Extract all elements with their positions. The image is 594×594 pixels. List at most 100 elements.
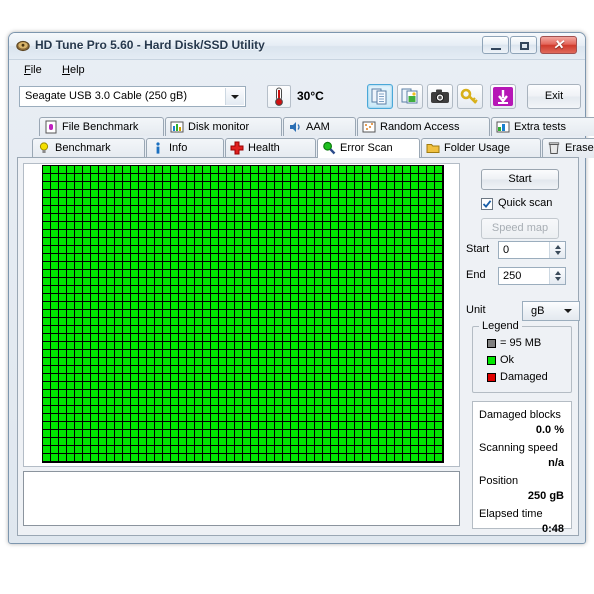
close-icon: ✕ <box>553 37 564 52</box>
chevron-down-icon[interactable] <box>561 302 575 320</box>
scan-block <box>211 270 218 277</box>
menu-help[interactable]: Help <box>57 63 90 77</box>
scan-block <box>347 262 354 269</box>
scan-block <box>243 246 250 253</box>
scan-block <box>259 382 266 389</box>
scan-block <box>411 438 418 445</box>
scan-block <box>387 214 394 221</box>
scan-block <box>299 286 306 293</box>
chevron-down-icon[interactable] <box>225 88 244 105</box>
scan-block <box>379 238 386 245</box>
tab-aam[interactable]: AAM <box>283 117 356 136</box>
copy-image-icon[interactable] <box>397 84 423 109</box>
scan-block <box>59 326 66 333</box>
scan-block <box>219 294 226 301</box>
scan-block <box>387 390 394 397</box>
scan-block <box>115 278 122 285</box>
maximize-button[interactable] <box>510 36 537 54</box>
scan-block <box>403 366 410 373</box>
scan-block <box>275 358 282 365</box>
scan-block <box>267 374 274 381</box>
tab-label: Disk monitor <box>188 121 250 133</box>
tab-info[interactable]: Info <box>146 138 224 158</box>
stat-label-scanning-speed: Scanning speed <box>479 442 558 454</box>
tab-benchmark[interactable]: Benchmark <box>32 138 145 158</box>
download-arrow-icon[interactable] <box>490 84 516 109</box>
scan-block <box>339 326 346 333</box>
scan-block <box>411 214 418 221</box>
scan-block <box>347 206 354 213</box>
tab-disk-monitor[interactable]: Disk monitor <box>165 117 282 136</box>
scan-block <box>427 414 434 421</box>
scan-block <box>227 342 234 349</box>
scan-block <box>91 438 98 445</box>
scan-block <box>67 214 74 221</box>
scan-block <box>427 230 434 237</box>
scan-block <box>115 270 122 277</box>
end-input[interactable]: 250 <box>498 267 566 285</box>
scan-block <box>379 406 386 413</box>
scan-block <box>195 350 202 357</box>
unit-select[interactable]: gB <box>522 301 580 321</box>
key-icon[interactable] <box>457 84 483 109</box>
scan-block <box>403 406 410 413</box>
scan-block <box>411 414 418 421</box>
scan-block <box>395 166 402 173</box>
scan-block <box>99 422 106 429</box>
scan-block <box>163 342 170 349</box>
scan-block <box>171 246 178 253</box>
scan-block <box>203 302 210 309</box>
scan-block <box>123 438 130 445</box>
scan-block <box>75 374 82 381</box>
scan-block <box>387 454 394 461</box>
start-button[interactable]: Start <box>481 169 559 190</box>
scan-block <box>419 294 426 301</box>
scan-block <box>171 222 178 229</box>
scan-block <box>267 398 274 405</box>
scan-block <box>123 294 130 301</box>
scan-block <box>75 230 82 237</box>
scan-block <box>411 294 418 301</box>
scan-block <box>403 246 410 253</box>
tab-random-access[interactable]: Random Access <box>357 117 490 136</box>
scan-block <box>347 270 354 277</box>
scan-block <box>371 286 378 293</box>
scan-block <box>195 374 202 381</box>
tab-folder-usage[interactable]: Folder Usage <box>421 138 541 158</box>
exit-button[interactable]: Exit <box>527 84 581 109</box>
scan-block <box>267 406 274 413</box>
scan-block <box>115 214 122 221</box>
start-input[interactable]: 0 <box>498 241 566 259</box>
close-button[interactable]: ✕ <box>540 36 577 54</box>
tab-error-scan[interactable]: Error Scan <box>317 138 420 158</box>
scan-block <box>243 326 250 333</box>
tab-extra-tests[interactable]: Extra tests <box>491 117 594 136</box>
copy-pages-icon[interactable] <box>367 84 393 109</box>
scan-block <box>363 342 370 349</box>
tab-erase[interactable]: Erase <box>542 138 594 158</box>
minimize-button[interactable] <box>482 36 509 54</box>
scan-block <box>251 430 258 437</box>
tab-file-benchmark[interactable]: File Benchmark <box>39 117 164 136</box>
scan-block <box>123 358 130 365</box>
scan-block <box>187 326 194 333</box>
scan-block <box>347 294 354 301</box>
scan-block-grid[interactable] <box>42 165 444 463</box>
tab-health[interactable]: Health <box>225 138 316 158</box>
scan-block <box>139 398 146 405</box>
menu-file[interactable]: File <box>19 63 47 77</box>
scan-block <box>283 166 290 173</box>
start-stepper[interactable] <box>549 242 565 258</box>
camera-icon[interactable] <box>427 84 453 109</box>
checkbox-box[interactable] <box>481 198 493 210</box>
scan-block <box>171 334 178 341</box>
end-stepper[interactable] <box>549 268 565 284</box>
scan-block <box>283 334 290 341</box>
speed-map-button[interactable]: Speed map <box>481 218 559 239</box>
tab-label: Extra tests <box>514 121 566 133</box>
scan-block <box>435 190 442 197</box>
scan-block <box>51 374 58 381</box>
device-select[interactable]: Seagate USB 3.0 Cable (250 gB) <box>19 86 246 107</box>
scan-block <box>315 222 322 229</box>
scan-block <box>107 350 114 357</box>
